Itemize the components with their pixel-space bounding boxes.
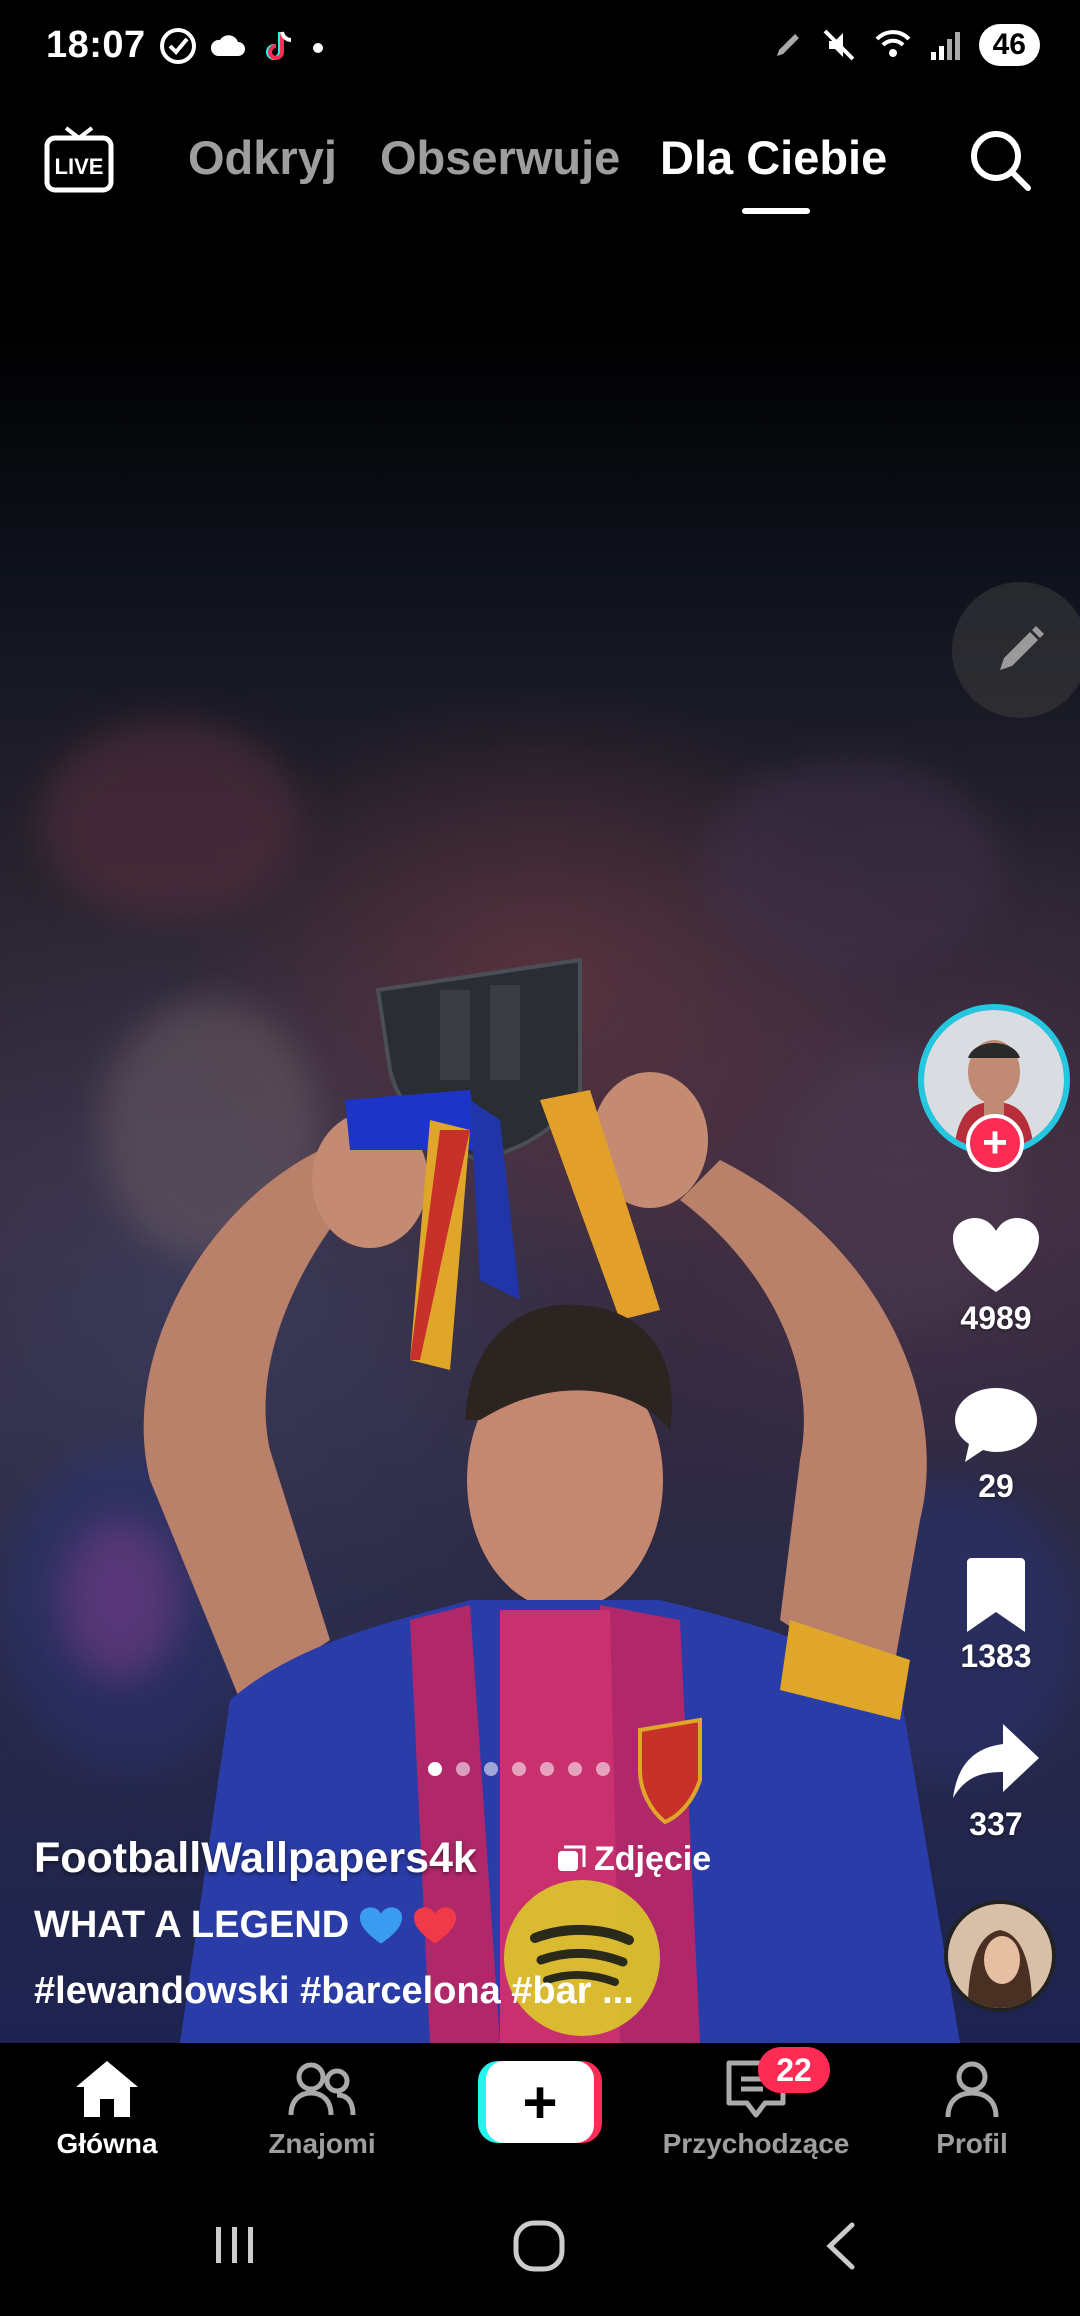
post-caption[interactable]: WHAT A LEGEND: [34, 1904, 457, 1947]
save-count: 1383: [960, 1638, 1032, 1674]
home-icon: [76, 2061, 138, 2117]
edit-button[interactable]: [952, 582, 1080, 718]
plus-icon: +: [486, 2061, 594, 2143]
plus-icon: +: [982, 1118, 1008, 1167]
post-hashtags[interactable]: #lewandowski #barcelona #bar ...: [34, 1970, 634, 2013]
search-icon: [971, 131, 1031, 191]
tab-obserwuje[interactable]: Obserwuje: [380, 130, 620, 185]
carousel-dot: [428, 1762, 442, 1776]
save-button[interactable]: 1383: [940, 1558, 1052, 1675]
carousel-dot: [484, 1762, 498, 1776]
nav-friends[interactable]: Znajomi: [262, 2059, 382, 2160]
tab-dla-ciebie[interactable]: Dla Ciebie: [660, 130, 887, 185]
share-arrow-icon: [953, 1724, 1039, 1798]
bookmark-icon: [967, 1558, 1025, 1632]
create-button[interactable]: +: [478, 2061, 602, 2143]
android-navigation-bar: [0, 2183, 1080, 2316]
bottom-navigation: Główna Znajomi + Przychodzące 22 Profil: [0, 2043, 1080, 2183]
carousel-indicator: [428, 1762, 610, 1776]
live-label: LIVE: [55, 154, 104, 179]
like-button[interactable]: 4989: [940, 1216, 1052, 1337]
photo-post-icon: [558, 1845, 586, 1871]
tiktok-icon: [266, 31, 292, 60]
battery-indicator: 46: [978, 24, 1040, 66]
inbox-badge: 22: [758, 2047, 830, 2093]
carousel-dot: [540, 1762, 554, 1776]
nav-home-label: Główna: [56, 2128, 158, 2159]
comment-button[interactable]: 29: [940, 1386, 1052, 1505]
blue-heart-icon: [360, 1906, 403, 1944]
carousel-dot: [596, 1762, 610, 1776]
live-tv-icon: LIVE: [44, 126, 114, 193]
post-type-label: Zdjęcie: [556, 1840, 711, 1879]
music-cover-image: [948, 1904, 1052, 2008]
live-button[interactable]: LIVE: [44, 124, 114, 194]
heart-icon: [953, 1218, 1039, 1292]
tab-odkryj[interactable]: Odkryj: [188, 130, 337, 185]
active-tab-indicator: [742, 208, 810, 214]
system-icons: 46: [771, 24, 1040, 66]
nav-home[interactable]: Główna: [52, 2059, 162, 2160]
carousel-dot: [568, 1762, 582, 1776]
sync-check-icon: [160, 28, 196, 64]
notification-icons: [158, 26, 328, 66]
caption-text: WHAT A LEGEND: [34, 1904, 350, 1946]
recents-icon[interactable]: [210, 2223, 260, 2267]
creator-username[interactable]: FootballWallpapers4k: [34, 1834, 477, 1883]
post-type-text: Zdjęcie: [594, 1840, 712, 1878]
follow-button[interactable]: +: [966, 1114, 1024, 1172]
carousel-dot: [512, 1762, 526, 1776]
home-circle-icon[interactable]: [512, 2219, 566, 2273]
back-icon[interactable]: [822, 2221, 862, 2271]
nav-profile-label: Profil: [936, 2128, 1008, 2159]
friends-icon: [288, 2062, 356, 2116]
like-count: 4989: [960, 1300, 1032, 1336]
status-bar: 18:07 46: [0, 0, 1080, 96]
share-button[interactable]: 337: [940, 1722, 1052, 1843]
search-button[interactable]: [968, 128, 1034, 194]
pen-icon: [776, 34, 799, 56]
player-figure: [143, 957, 960, 2043]
comment-bubble-icon: [955, 1388, 1037, 1462]
nav-friends-label: Znajomi: [268, 2128, 376, 2159]
red-heart-icon: [414, 1906, 457, 1944]
music-disc[interactable]: [944, 1900, 1056, 2012]
top-navigation: LIVE Odkryj Obserwuje Dla Ciebie: [0, 110, 1080, 220]
pencil-icon: [1000, 626, 1044, 670]
carousel-dot: [456, 1762, 470, 1776]
comment-count: 29: [978, 1468, 1014, 1504]
status-time: 18:07: [46, 24, 146, 66]
share-count: 337: [969, 1806, 1023, 1842]
wifi-icon: [875, 30, 911, 57]
nav-profile[interactable]: Profil: [922, 2059, 1022, 2160]
dot-icon: [313, 43, 323, 53]
mute-icon: [823, 29, 855, 61]
signal-icon: [930, 32, 960, 60]
cloud-icon: [210, 35, 245, 56]
nav-inbox-label: Przychodzące: [662, 2128, 850, 2159]
profile-icon: [945, 2061, 999, 2118]
post-photo[interactable]: [0, 0, 1080, 2043]
